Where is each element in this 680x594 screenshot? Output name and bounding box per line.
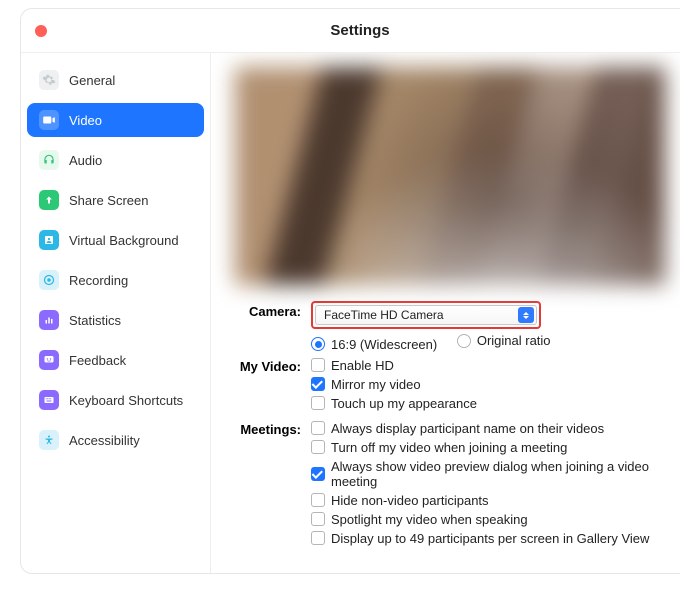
sidebar-item-general[interactable]: General — [27, 63, 204, 97]
settings-window: Settings General Video Audio — [20, 8, 680, 574]
camera-select-value: FaceTime HD Camera — [324, 308, 444, 322]
radio-16-9[interactable] — [311, 337, 325, 351]
sidebar-item-feedback[interactable]: Feedback — [27, 343, 204, 377]
statistics-icon — [39, 310, 59, 330]
keyboard-icon — [39, 390, 59, 410]
feedback-icon — [39, 350, 59, 370]
checkbox-turn-off-video-label: Turn off my video when joining a meeting — [331, 440, 567, 455]
checkbox-mirror-video-label: Mirror my video — [331, 377, 421, 392]
camera-select-highlight: FaceTime HD Camera — [311, 301, 541, 329]
checkbox-turn-off-video[interactable] — [311, 440, 325, 454]
checkbox-display-name-label: Always display participant name on their… — [331, 421, 604, 436]
headphones-icon — [39, 150, 59, 170]
share-screen-icon — [39, 190, 59, 210]
window-body: General Video Audio Share Screen — [21, 53, 680, 573]
video-settings-form: Camera: FaceTime HD Camera — [235, 301, 679, 548]
video-preview — [235, 67, 665, 285]
row-meetings: Meetings: Always display participant nam… — [235, 419, 679, 548]
video-camera-icon — [39, 110, 59, 130]
sidebar-item-keyboard-shortcuts[interactable]: Keyboard Shortcuts — [27, 383, 204, 417]
my-video-label: My Video: — [235, 356, 311, 374]
sidebar-item-accessibility[interactable]: Accessibility — [27, 423, 204, 457]
sidebar-item-label: Share Screen — [69, 193, 149, 208]
row-camera: Camera: FaceTime HD Camera — [235, 301, 679, 329]
radio-16-9-label: 16:9 (Widescreen) — [331, 337, 437, 352]
close-window-button[interactable] — [35, 25, 47, 37]
row-aspect-ratio: 16:9 (Widescreen) Original ratio — [235, 333, 679, 352]
checkbox-49-participants[interactable] — [311, 531, 325, 545]
sidebar-item-virtual-background[interactable]: Virtual Background — [27, 223, 204, 257]
recording-icon — [39, 270, 59, 290]
radio-original-ratio-label: Original ratio — [477, 333, 551, 348]
sidebar: General Video Audio Share Screen — [21, 53, 211, 573]
camera-label: Camera: — [235, 301, 311, 319]
checkbox-spotlight-label: Spotlight my video when speaking — [331, 512, 528, 527]
sidebar-item-statistics[interactable]: Statistics — [27, 303, 204, 337]
row-my-video: My Video: Enable HD Mirror my video Touc… — [235, 356, 679, 413]
checkbox-enable-hd[interactable] — [311, 358, 325, 372]
accessibility-icon — [39, 430, 59, 450]
checkbox-mirror-video[interactable] — [311, 377, 325, 391]
checkbox-hide-non-video[interactable] — [311, 493, 325, 507]
sidebar-item-label: General — [69, 73, 115, 88]
checkbox-display-name[interactable] — [311, 421, 325, 435]
sidebar-item-label: Accessibility — [69, 433, 140, 448]
sidebar-item-label: Video — [69, 113, 102, 128]
virtual-background-icon — [39, 230, 59, 250]
camera-select[interactable]: FaceTime HD Camera — [315, 305, 537, 325]
sidebar-item-share-screen[interactable]: Share Screen — [27, 183, 204, 217]
radio-original-ratio[interactable] — [457, 334, 471, 348]
sidebar-item-label: Statistics — [69, 313, 121, 328]
sidebar-item-video[interactable]: Video — [27, 103, 204, 137]
sidebar-item-label: Recording — [69, 273, 128, 288]
sidebar-item-recording[interactable]: Recording — [27, 263, 204, 297]
sidebar-item-label: Feedback — [69, 353, 126, 368]
titlebar: Settings — [21, 9, 680, 53]
checkbox-touch-up-label: Touch up my appearance — [331, 396, 477, 411]
sidebar-item-audio[interactable]: Audio — [27, 143, 204, 177]
checkbox-spotlight[interactable] — [311, 512, 325, 526]
content-pane: Camera: FaceTime HD Camera — [211, 53, 680, 573]
sidebar-item-label: Virtual Background — [69, 233, 179, 248]
checkbox-enable-hd-label: Enable HD — [331, 358, 394, 373]
chevron-up-down-icon — [518, 307, 534, 323]
checkbox-touch-up[interactable] — [311, 396, 325, 410]
checkbox-preview-dialog[interactable] — [311, 467, 325, 481]
sidebar-item-label: Keyboard Shortcuts — [69, 393, 183, 408]
sidebar-item-label: Audio — [69, 153, 102, 168]
window-title: Settings — [330, 22, 389, 39]
meetings-label: Meetings: — [235, 419, 311, 437]
checkbox-hide-non-video-label: Hide non-video participants — [331, 493, 489, 508]
checkbox-49-participants-label: Display up to 49 participants per screen… — [331, 531, 649, 546]
gear-icon — [39, 70, 59, 90]
checkbox-preview-dialog-label: Always show video preview dialog when jo… — [331, 459, 679, 489]
